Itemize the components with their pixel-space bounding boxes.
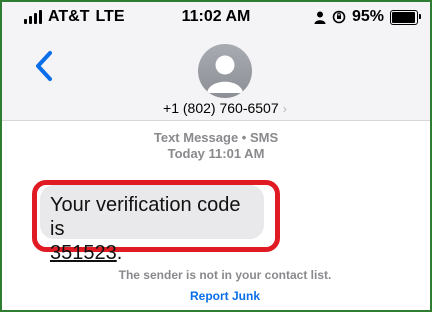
orientation-lock-icon (332, 10, 346, 24)
message-period: . (116, 242, 123, 264)
battery-percent: 95% (351, 8, 384, 25)
chevron-left-icon (36, 51, 52, 81)
contact-chevron: › (282, 101, 287, 116)
battery-fill (392, 11, 415, 23)
person-placeholder-icon (207, 55, 243, 93)
screenshot-frame: AT&T LTE 11:02 AM 95% +1 (802) 760-6507 … (0, 0, 432, 312)
status-right: 95% (314, 8, 421, 26)
contact-name[interactable]: +1 (802) 760-6507 › (2, 100, 430, 116)
conversation-header: AT&T LTE 11:02 AM 95% +1 (802) 760-6507 … (2, 2, 430, 121)
message-bubble[interactable]: Your verification code is 351523. (40, 185, 264, 264)
report-junk-link[interactable]: Report Junk (2, 289, 430, 303)
battery-icon (390, 9, 421, 25)
contact-number: +1 (802) 760-6507 (163, 100, 279, 116)
message-text: Your verification code is (50, 194, 241, 240)
back-button[interactable] (32, 48, 58, 84)
verification-code[interactable]: 351523 (50, 242, 117, 264)
unknown-sender-notice: The sender is not in your contact list. (118, 268, 332, 282)
message-meta: Text Message • SMS Today 11:01 AM (2, 130, 430, 162)
person-icon (314, 11, 326, 24)
message-type: Text Message • SMS (153, 130, 279, 145)
message-timestamp: Today 11:01 AM (167, 146, 265, 161)
contact-avatar[interactable] (198, 44, 252, 98)
